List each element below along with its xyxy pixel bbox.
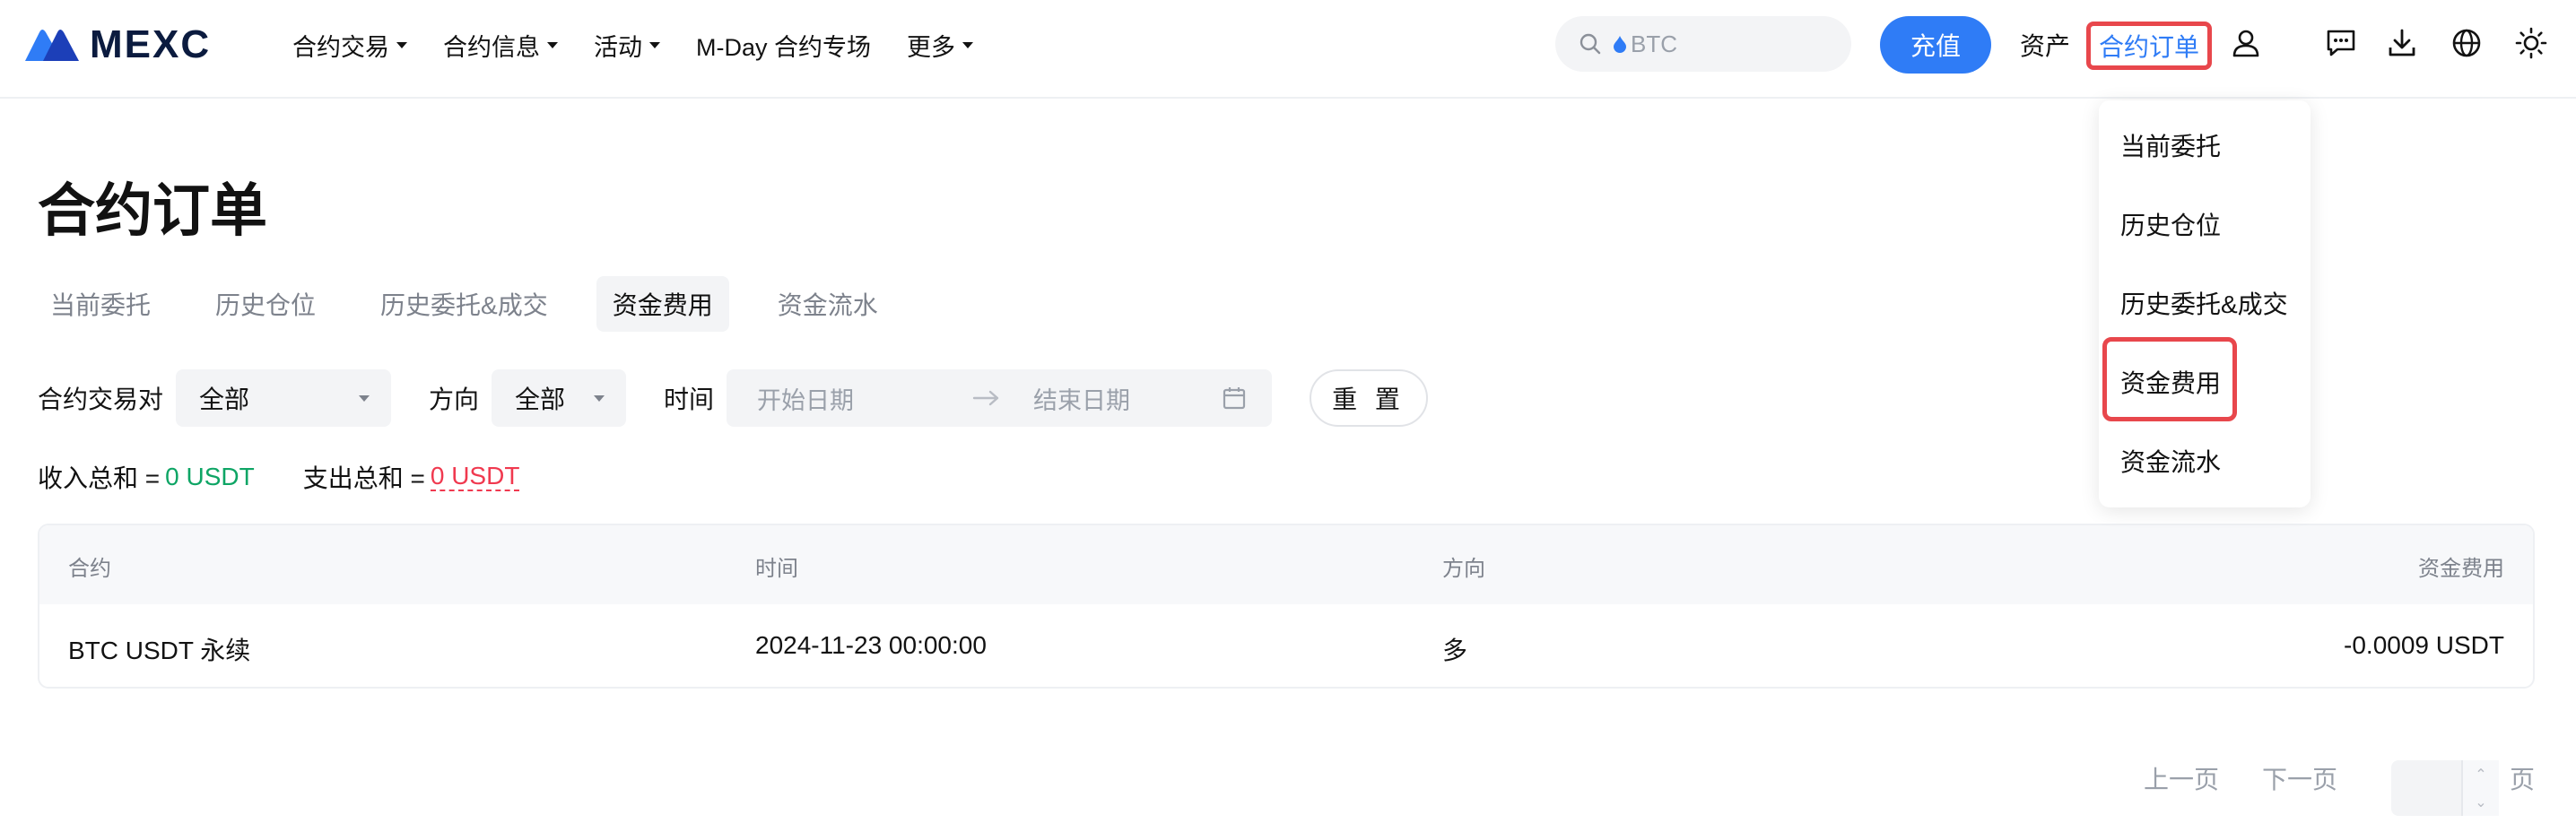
search-icon bbox=[1580, 33, 1601, 55]
futures-orders-label: 合约订单 bbox=[2098, 33, 2199, 61]
nav-label: 更多 bbox=[907, 33, 955, 61]
caret-down-icon bbox=[359, 394, 370, 402]
nav-label: 合约信息 bbox=[443, 33, 540, 61]
direction-select-value: 全部 bbox=[515, 386, 566, 413]
nav-futures-info[interactable]: 合约信息 bbox=[443, 28, 558, 63]
assets-link[interactable]: 资产 bbox=[2020, 27, 2070, 63]
calendar-icon[interactable] bbox=[1222, 386, 1247, 411]
globe-icon[interactable] bbox=[2449, 25, 2485, 61]
filter-bar: 合约交易对 全部 方向 全部 时间 开始日期 结束日期 重 置 bbox=[38, 369, 1429, 427]
pair-filter-label: 合约交易对 bbox=[38, 386, 164, 413]
theme-icon[interactable] bbox=[2513, 25, 2549, 61]
expense-total-value[interactable]: 0 USDT bbox=[430, 463, 520, 491]
user-icon[interactable] bbox=[2228, 25, 2264, 61]
tab-fund-flow[interactable]: 资金流水 bbox=[761, 276, 894, 332]
cell-direction: 多 bbox=[1442, 637, 1468, 664]
caret-down-icon bbox=[649, 41, 660, 48]
caret-down-icon bbox=[547, 41, 558, 48]
start-date-input[interactable]: 开始日期 bbox=[757, 381, 972, 416]
cell-time: 2024-11-23 00:00:00 bbox=[755, 631, 987, 659]
caret-down-icon bbox=[396, 41, 407, 48]
cell-contract: BTC USDT 永续 bbox=[68, 637, 251, 664]
mexc-logo-mark bbox=[25, 30, 79, 61]
tab-funding-fees[interactable]: 资金费用 bbox=[596, 276, 729, 332]
futures-orders-link[interactable]: 合约订单 bbox=[2086, 22, 2212, 70]
page-suffix: 页 bbox=[2510, 766, 2536, 793]
expense-total-label: 支出总和 = bbox=[302, 464, 425, 492]
direction-select[interactable]: 全部 bbox=[492, 369, 627, 427]
nav-more[interactable]: 更多 bbox=[907, 28, 973, 63]
nav-m-day[interactable]: M-Day 合约专场 bbox=[696, 28, 871, 63]
page-number-input[interactable]: ⌃ ⌄ bbox=[2391, 760, 2499, 816]
nav-label: 合约交易 bbox=[292, 33, 389, 61]
column-header-direction: 方向 bbox=[1442, 557, 1485, 581]
search-input[interactable]: BTC bbox=[1555, 16, 1851, 72]
download-icon[interactable] bbox=[2384, 25, 2420, 61]
reset-button[interactable]: 重 置 bbox=[1310, 369, 1429, 427]
page-title: 合约订单 bbox=[38, 178, 267, 243]
column-header-funding-fee: 资金费用 bbox=[2418, 557, 2504, 581]
dropdown-item-position-history[interactable]: 历史仓位 bbox=[2120, 206, 2221, 242]
nav-label: 活动 bbox=[594, 33, 642, 61]
futures-orders-dropdown: 当前委托 历史仓位 历史委托&成交 资金费用 资金流水 bbox=[2099, 100, 2311, 507]
table-header: 合约 时间 方向 资金费用 bbox=[39, 525, 2533, 604]
dropdown-item-order-trade-history[interactable]: 历史委托&成交 bbox=[2120, 285, 2288, 321]
order-tabs: 当前委托 历史仓位 历史委托&成交 资金费用 资金流水 bbox=[34, 276, 927, 332]
funding-fee-table: 合约 时间 方向 资金费用 BTC USDT 永续 2024-11-23 00:… bbox=[38, 524, 2535, 689]
dropdown-item-open-orders[interactable]: 当前委托 bbox=[2120, 127, 2221, 163]
flame-icon bbox=[1614, 36, 1626, 53]
pair-select[interactable]: 全部 bbox=[176, 369, 392, 427]
date-range-picker[interactable]: 开始日期 结束日期 bbox=[727, 369, 1273, 427]
arrow-right-icon bbox=[972, 390, 999, 406]
page-stepper[interactable]: ⌃ ⌄ bbox=[2461, 760, 2499, 816]
nav-label: M-Day 合约专场 bbox=[696, 33, 871, 61]
prev-page-button[interactable]: 上一页 bbox=[2144, 760, 2219, 796]
highlight-box bbox=[2102, 337, 2237, 421]
nav-events[interactable]: 活动 bbox=[594, 28, 660, 63]
income-total-value: 0 USDT bbox=[165, 463, 255, 490]
direction-filter-label: 方向 bbox=[429, 386, 480, 413]
caret-down-icon bbox=[962, 41, 973, 48]
table-row: BTC USDT 永续 2024-11-23 00:00:00 多 -0.000… bbox=[39, 604, 2533, 687]
end-date-input[interactable]: 结束日期 bbox=[1033, 381, 1222, 416]
tab-open-orders[interactable]: 当前委托 bbox=[34, 276, 167, 332]
cell-funding-fee: -0.0009 USDT bbox=[2344, 631, 2504, 659]
deposit-button[interactable]: 充值 bbox=[1880, 16, 1991, 74]
main-nav: 合约交易 合约信息 活动 M-Day 合约专场 更多 bbox=[292, 27, 1009, 63]
time-filter-label: 时间 bbox=[664, 386, 715, 413]
chevron-down-icon[interactable]: ⌄ bbox=[2475, 793, 2486, 811]
income-total-label: 收入总和 = bbox=[38, 464, 161, 492]
nav-futures-trading[interactable]: 合约交易 bbox=[292, 28, 407, 63]
tab-order-trade-history[interactable]: 历史委托&成交 bbox=[364, 276, 564, 332]
column-header-time: 时间 bbox=[755, 557, 798, 581]
message-icon[interactable] bbox=[2323, 25, 2359, 61]
logo-text: MEXC bbox=[90, 22, 212, 66]
mexc-logo[interactable]: MEXC bbox=[23, 25, 211, 65]
pair-select-value: 全部 bbox=[199, 386, 250, 413]
next-page-button[interactable]: 下一页 bbox=[2262, 760, 2337, 796]
dropdown-item-fund-flow[interactable]: 资金流水 bbox=[2120, 443, 2221, 479]
column-header-contract: 合约 bbox=[68, 557, 111, 581]
chevron-up-icon[interactable]: ⌃ bbox=[2475, 766, 2486, 784]
search-placeholder: BTC bbox=[1631, 30, 1677, 57]
top-header: MEXC 合约交易 合约信息 活动 M-Day 合约专场 更多 BTC 充值 资… bbox=[0, 0, 2576, 99]
summary-line: 收入总和 = 0 USDT 支出总和 = 0 USDT bbox=[38, 459, 520, 495]
caret-down-icon bbox=[594, 394, 605, 402]
tab-position-history[interactable]: 历史仓位 bbox=[199, 276, 332, 332]
